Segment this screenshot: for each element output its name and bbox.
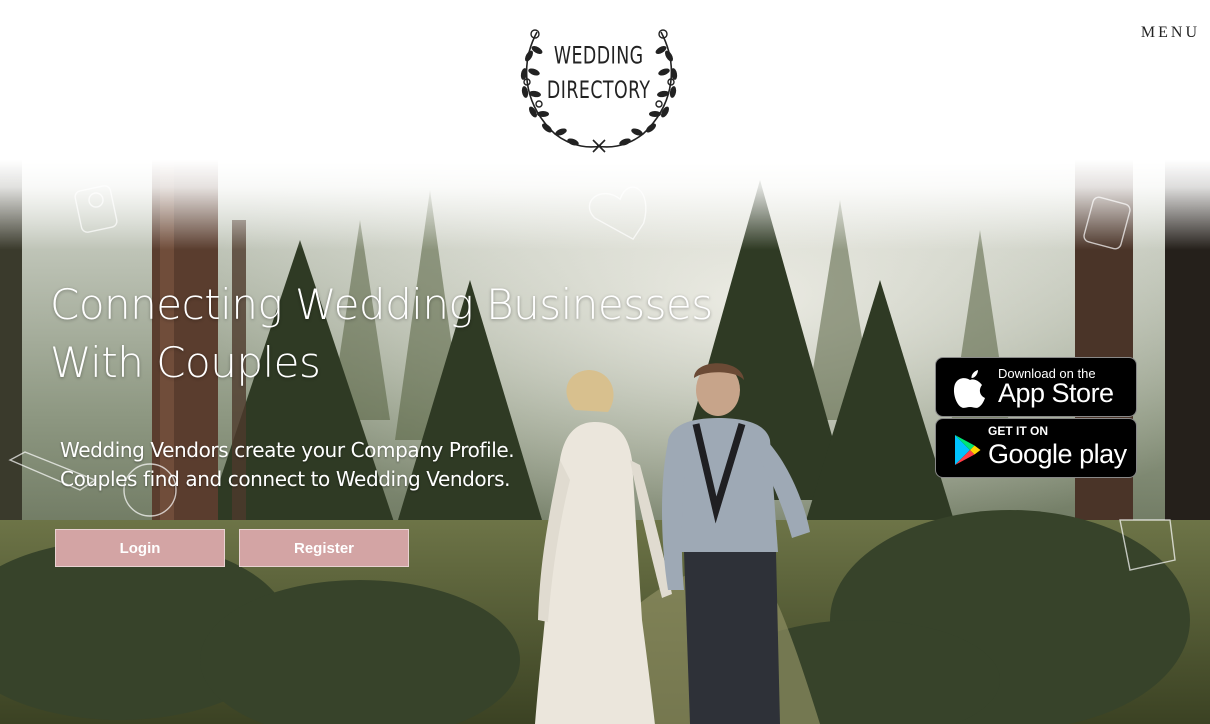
google-play-small-text: GET IT ON	[988, 424, 1048, 438]
logo-line2: DIRECTORY	[547, 77, 651, 105]
top-fade-overlay	[0, 160, 1210, 250]
register-button[interactable]: Register	[239, 529, 409, 567]
headline-line2: With Couples	[50, 338, 321, 387]
apple-icon	[953, 370, 985, 408]
app-store-big-text: App Store	[998, 378, 1114, 408]
google-play-big-text: Google play	[988, 439, 1127, 469]
site-header: WEDDING DIRECTORY MENU	[0, 0, 1210, 160]
hero-headline: Connecting Wedding Businesses With Coupl…	[50, 276, 770, 392]
subtext-line2: Couples find and connect to Wedding Vend…	[60, 467, 511, 491]
headline-line1: Connecting Wedding Businesses	[50, 280, 713, 329]
subtext-line1: Wedding Vendors create your Company Prof…	[60, 438, 515, 462]
app-store-badge[interactable]: Download on the App Store	[935, 357, 1137, 417]
hero-subtext: Wedding Vendors create your Company Prof…	[60, 436, 620, 494]
logo-line1: WEDDING	[554, 42, 644, 70]
menu-button[interactable]: MENU	[1141, 24, 1200, 42]
google-play-badge[interactable]: GET IT ON Google play	[935, 418, 1137, 478]
google-play-icon	[955, 435, 981, 465]
hero-section: Connecting Wedding Businesses With Coupl…	[0, 160, 1210, 724]
wedding-directory-logo[interactable]: WEDDING DIRECTORY	[515, 22, 683, 154]
login-button[interactable]: Login	[55, 529, 225, 567]
